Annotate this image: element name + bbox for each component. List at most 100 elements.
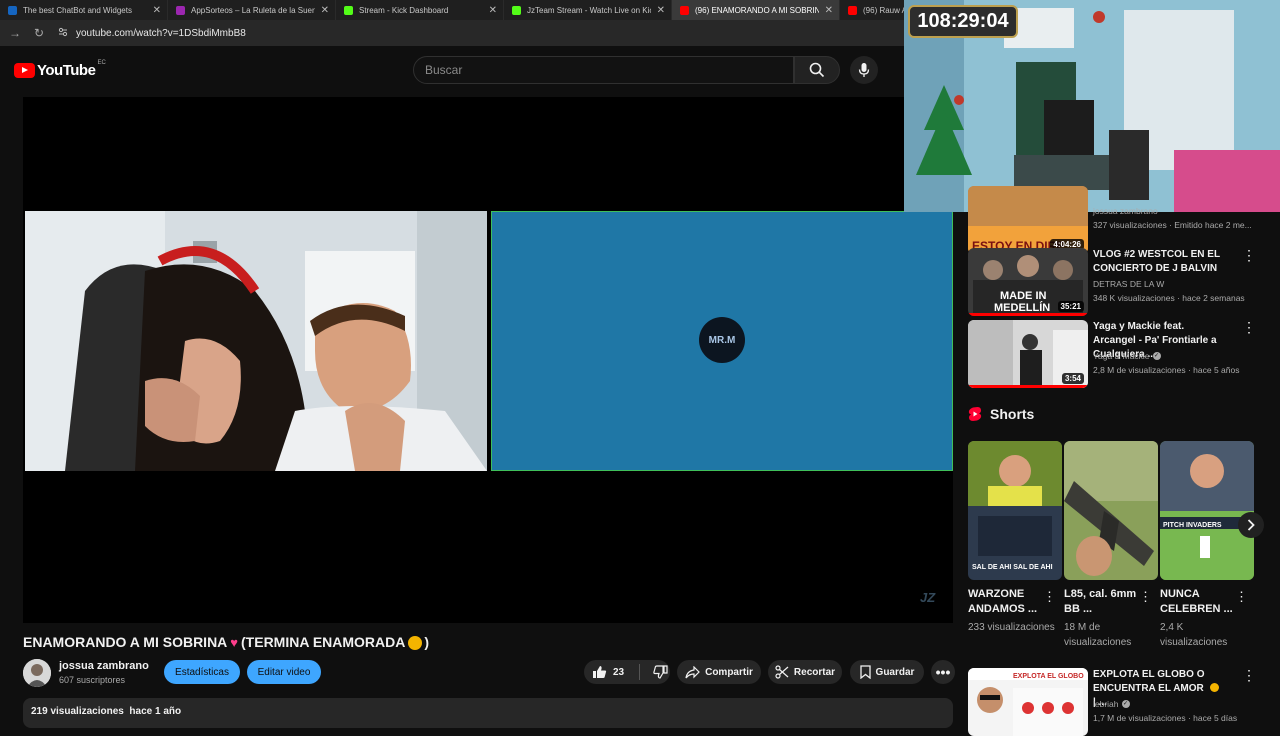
related-thumbnail[interactable]: 3:54 bbox=[968, 320, 1088, 388]
tab-close-icon[interactable]: ✕ bbox=[489, 5, 497, 16]
tab-favicon-icon bbox=[848, 5, 857, 15]
browser-tab[interactable]: The best ChatBot and Widgets ✕ bbox=[0, 0, 168, 20]
tab-title: JzTeam Stream - Watch Live on Kick bbox=[527, 5, 651, 15]
tab-title: The best ChatBot and Widgets bbox=[23, 5, 132, 15]
short-title[interactable]: WARZONE ANDAMOS ... bbox=[968, 587, 1044, 617]
related-thumbnail[interactable]: EXPLOTA EL GLOBO bbox=[968, 668, 1088, 736]
subscriber-count: 607 suscriptores bbox=[59, 675, 126, 685]
svg-text:SAL DE AHI SAL DE AHI: SAL DE AHI SAL DE AHI bbox=[972, 564, 1053, 571]
forward-icon[interactable]: → bbox=[6, 26, 24, 40]
related-title[interactable]: VLOG #2 WESTCOL EN EL CONCIERTO DE J BAL… bbox=[1093, 248, 1225, 276]
browser-tab[interactable]: (96) ENAMORANDO A MI SOBRINA ✕ bbox=[672, 0, 840, 20]
site-info-icon[interactable] bbox=[58, 27, 68, 40]
analytics-button[interactable]: Estadísticas bbox=[164, 660, 240, 684]
dislike-button[interactable] bbox=[653, 665, 668, 679]
tab-favicon-icon bbox=[8, 5, 17, 15]
video-guest-feed-right: MR.M bbox=[491, 211, 953, 471]
svg-text:PITCH INVADERS: PITCH INVADERS bbox=[1163, 522, 1222, 529]
short-views: 233 visualizaciones bbox=[968, 622, 1055, 633]
scissors-icon bbox=[775, 665, 789, 679]
tab-favicon-icon bbox=[680, 5, 689, 15]
edit-video-button[interactable]: Editar video bbox=[247, 660, 321, 684]
tab-close-icon[interactable]: ✕ bbox=[825, 5, 833, 16]
chevron-right-icon bbox=[1247, 519, 1255, 531]
short-title[interactable]: NUNCA CELEBREN ... bbox=[1160, 587, 1236, 617]
svg-text:EXPLOTA EL GLOBO: EXPLOTA EL GLOBO bbox=[1013, 673, 1084, 680]
tab-close-icon[interactable]: ✕ bbox=[657, 5, 665, 16]
shorts-heading: Shorts bbox=[968, 406, 1034, 422]
shorts-title: Shorts bbox=[990, 406, 1035, 422]
channel-watermark: JZ bbox=[920, 590, 936, 605]
search-input[interactable]: Buscar bbox=[413, 56, 794, 84]
youtube-header: YouTube EC Buscar bbox=[0, 46, 904, 94]
related-thumbnail[interactable]: MADE IN MEDELLÍN 35:21 bbox=[968, 248, 1088, 316]
reload-icon[interactable]: ↻ bbox=[30, 26, 48, 40]
like-button[interactable]: 23 bbox=[592, 665, 624, 679]
more-vertical-icon[interactable]: ⋮ bbox=[1139, 589, 1152, 605]
related-channel[interactable]: Yaga & Mackie ✓ bbox=[1093, 351, 1161, 361]
youtube-wordmark: YouTube bbox=[37, 62, 96, 79]
view-count: 219 visualizaciones bbox=[31, 706, 124, 717]
short-thumbnail[interactable]: SAL DE AHI SAL DE AHI bbox=[968, 441, 1062, 580]
share-icon bbox=[685, 665, 700, 678]
emoji-icon bbox=[1209, 683, 1219, 692]
like-divider bbox=[639, 664, 641, 680]
description-box[interactable]: 219 visualizaciones hace 1 año bbox=[23, 698, 953, 728]
channel-name[interactable]: jossua zambrano bbox=[59, 660, 149, 672]
url-text[interactable]: youtube.com/watch?v=1DSbdiMmbB8 bbox=[76, 28, 246, 39]
stream-timer: 108:29:04 bbox=[908, 5, 1018, 38]
related-channel[interactable]: DETRAS DE LA W bbox=[1093, 279, 1164, 289]
heart-emoji-icon: ♥ bbox=[230, 634, 239, 650]
related-channel-name: Yaga & Mackie bbox=[1093, 351, 1150, 361]
verified-icon: ✓ bbox=[1121, 700, 1130, 708]
thumbs-up-icon bbox=[593, 666, 607, 678]
tab-title: AppSorteos – La Ruleta de la Suerte bbox=[191, 5, 315, 15]
like-count: 23 bbox=[613, 666, 625, 678]
more-vertical-icon[interactable]: ⋮ bbox=[1235, 589, 1248, 605]
watch-progress-bar bbox=[968, 385, 1088, 388]
browser-tab[interactable]: JzTeam Stream - Watch Live on Kick ✕ bbox=[504, 0, 672, 20]
tab-close-icon[interactable]: ✕ bbox=[153, 5, 161, 16]
share-button[interactable]: Compartir bbox=[677, 660, 761, 684]
short-thumbnail[interactable]: PITCH INVADERS bbox=[1160, 441, 1254, 580]
short-thumbnail[interactable] bbox=[1064, 441, 1158, 580]
more-vertical-icon[interactable]: ⋮ bbox=[1242, 668, 1256, 682]
video-title-part1: ENAMORANDO A MI SOBRINA bbox=[23, 634, 228, 650]
channel-avatar[interactable] bbox=[23, 659, 51, 687]
youtube-logo[interactable]: YouTube EC bbox=[14, 60, 106, 79]
verified-icon: ✓ bbox=[1152, 352, 1161, 360]
browser-tab-bar: The best ChatBot and Widgets ✕ AppSorteos … bbox=[0, 0, 904, 20]
video-title-part2: (TERMINA ENAMORADA bbox=[241, 634, 406, 650]
video-duration: 35:21 bbox=[1057, 301, 1084, 312]
related-channel-name: lebriah bbox=[1093, 699, 1119, 709]
related-meta: 2,8 M de visualizaciones · hace 5 años bbox=[1093, 365, 1240, 375]
video-camera-feed-left bbox=[25, 211, 487, 471]
shorts-next-button[interactable] bbox=[1238, 512, 1264, 538]
watch-progress-bar bbox=[968, 313, 1088, 316]
tab-favicon-icon bbox=[344, 5, 353, 15]
save-button[interactable]: Guardar bbox=[850, 660, 924, 684]
related-channel[interactable]: lebriah ✓ bbox=[1093, 699, 1130, 709]
related-thumbnail[interactable]: ESTOY EN DIRE 4:04:26 bbox=[968, 186, 1088, 254]
more-vertical-icon[interactable]: ⋮ bbox=[1242, 320, 1256, 334]
browser-tab[interactable]: (96) Rauw Alejandro✕ bbox=[840, 0, 904, 20]
microphone-icon bbox=[858, 63, 870, 77]
more-vertical-icon[interactable]: ⋮ bbox=[1043, 589, 1056, 605]
more-actions-button[interactable]: ••• bbox=[931, 660, 955, 684]
clip-label: Recortar bbox=[793, 666, 836, 678]
related-channel[interactable]: jossua zambrano bbox=[1093, 206, 1158, 216]
search-button[interactable] bbox=[794, 56, 840, 84]
short-views: 2,4 K visualizaciones bbox=[1160, 622, 1228, 648]
clip-button[interactable]: Recortar bbox=[768, 660, 842, 684]
tab-favicon-icon bbox=[512, 5, 521, 15]
more-vertical-icon[interactable]: ⋮ bbox=[1242, 248, 1256, 262]
svg-text:MADE IN: MADE IN bbox=[1000, 290, 1047, 302]
short-title[interactable]: L85, cal. 6mm BB ... bbox=[1064, 587, 1140, 617]
video-duration: 3:54 bbox=[1061, 373, 1084, 384]
tab-favicon-icon bbox=[176, 5, 185, 15]
browser-tab[interactable]: Stream - Kick Dashboard ✕ bbox=[336, 0, 504, 20]
upload-age: hace 1 año bbox=[129, 706, 182, 717]
browser-tab[interactable]: AppSorteos – La Ruleta de la Suerte ✕ bbox=[168, 0, 336, 20]
tab-close-icon[interactable]: ✕ bbox=[321, 5, 329, 16]
voice-search-button[interactable] bbox=[850, 56, 878, 84]
